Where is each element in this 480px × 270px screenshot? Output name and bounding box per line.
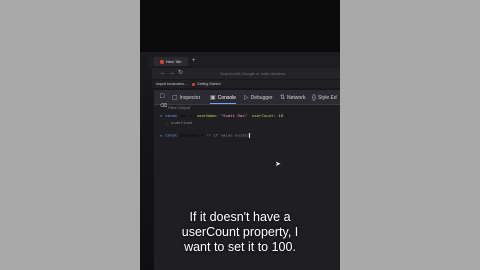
firefox-icon xyxy=(192,82,195,86)
browser-tab-title: New Tab xyxy=(166,59,182,64)
clear-console-icon[interactable]: ⌫ xyxy=(160,103,167,109)
browser-tab[interactable]: New Tab xyxy=(154,57,188,66)
bookmark-getting-started[interactable]: Getting Started xyxy=(192,80,221,88)
reload-icon[interactable]: ↻ xyxy=(178,70,186,76)
address-input[interactable] xyxy=(220,70,340,77)
forward-icon[interactable]: → xyxy=(169,70,178,76)
tab-debugger[interactable]: ▷ Debugger xyxy=(244,93,273,103)
screen: New Tab + ←→↻ Import bookmarks... Gettin… xyxy=(0,0,480,270)
bookmark-import[interactable]: Import bookmarks... xyxy=(156,80,187,88)
prompt-icon: » xyxy=(160,115,163,119)
text-caret xyxy=(249,133,251,138)
inspector-icon: ▢ xyxy=(172,95,178,101)
tab-console[interactable]: ▣ Console xyxy=(210,93,237,104)
console-input-line-1: » const obj = {userName: "Sumit Das", use… xyxy=(160,115,291,119)
caption-line-3: want to set it to 100. xyxy=(184,240,296,254)
right-letterbox xyxy=(340,0,480,270)
console-input-line-2[interactable]: » const allUsers = // if value exists xyxy=(160,133,251,139)
left-letterbox xyxy=(0,0,140,270)
tab-network[interactable]: ⇅ Network xyxy=(280,93,305,103)
filter-output-input[interactable]: Filter Output xyxy=(168,104,190,112)
console-icon: ▣ xyxy=(210,95,216,101)
tab-style-editor[interactable]: {} Style Ed xyxy=(312,93,337,103)
result-arrow-icon: ← xyxy=(166,122,169,126)
network-icon: ⇅ xyxy=(280,95,286,101)
video-frame: New Tab + ←→↻ Import bookmarks... Gettin… xyxy=(140,0,340,270)
back-icon[interactable]: ← xyxy=(160,70,169,76)
style-editor-icon: {} xyxy=(312,95,317,101)
nav-buttons: ←→↻ xyxy=(160,69,186,78)
mouse-cursor-icon: ➤ xyxy=(275,161,281,168)
new-tab-button[interactable]: + xyxy=(192,57,196,66)
console-result-1: ← undefined xyxy=(166,122,193,126)
tab-inspector[interactable]: ▢ Inspector xyxy=(172,93,200,103)
caption-line-2: userCount property, I xyxy=(181,225,299,239)
prompt-icon: » xyxy=(160,134,163,139)
debugger-icon: ▷ xyxy=(244,95,249,101)
caption-line-1: If it doesn't have a xyxy=(189,210,291,224)
firefox-icon xyxy=(160,59,164,64)
pick-element-icon[interactable]: □ xyxy=(160,92,164,102)
